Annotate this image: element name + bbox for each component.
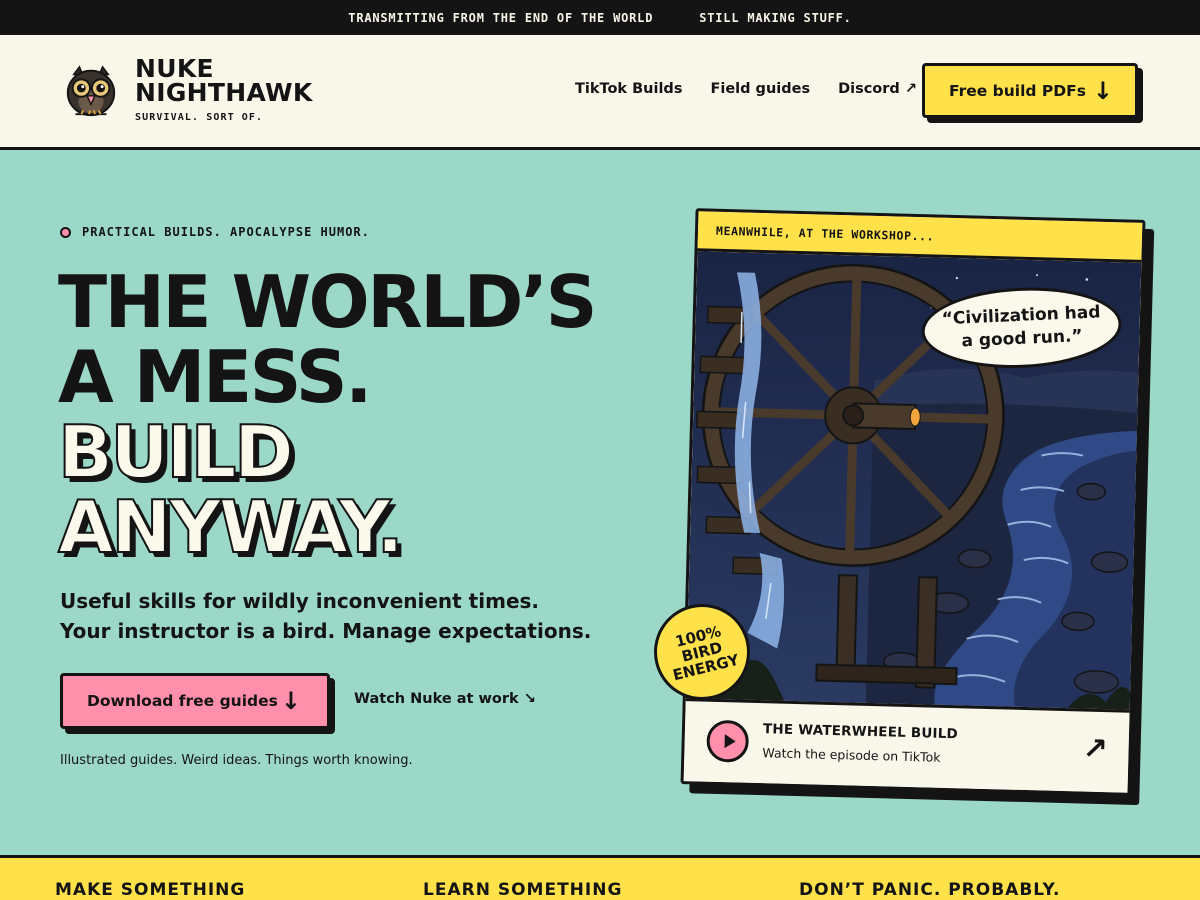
ticker-message-right: STILL MAKING STUFF. (699, 10, 852, 25)
download-free-guides-button[interactable]: Download free guides ↓ (60, 673, 330, 729)
strip-item-dont-panic: DON’T PANIC. PROBABLY. (799, 880, 1061, 900)
arrow-down-icon: ↓ (1092, 76, 1113, 105)
nav-tiktok-builds[interactable]: TikTok Builds (575, 81, 682, 97)
speech-bubble: “Civilization had a good run.” (919, 283, 1124, 373)
bullet-dot-icon (60, 226, 71, 238)
hero-eyebrow: PRACTICAL BUILDS. APOCALYPSE HUMOR. (60, 225, 370, 239)
hero-subtitle-line-1: Useful skills for wildly inconvenient ti… (60, 589, 540, 613)
main-nav: TikTok Builds Field guides Discord ↗ (575, 81, 917, 97)
strip-item-make: MAKE SOMETHING (55, 880, 246, 900)
card-body: MEANWHILE, AT THE WORKSHOP... “Civilizat… (680, 208, 1146, 796)
site-header: NUKE NIGHTHAWK SURVIVAL. SORT OF. TikTok… (0, 35, 1200, 150)
episode-link[interactable]: THE WATERWHEEL BUILD Watch the episode o… (683, 698, 1130, 793)
free-build-pdfs-label: Free build PDFs (949, 81, 1086, 100)
headline-line-4: ANYWAY. (57, 485, 405, 569)
strip-item-learn: LEARN SOMETHING (423, 880, 623, 900)
headline-line-3: BUILD (57, 410, 295, 494)
speech-bubble-line-2: a good run.” (961, 326, 1084, 352)
free-build-pdfs-button[interactable]: Free build PDFs ↓ (922, 63, 1138, 118)
nav-field-guides[interactable]: Field guides (710, 81, 810, 97)
hero-eyebrow-text: PRACTICAL BUILDS. APOCALYPSE HUMOR. (82, 225, 370, 239)
headline-line-2: A MESS. (58, 335, 372, 419)
episode-card: MEANWHILE, AT THE WORKSHOP... “Civilizat… (680, 208, 1155, 806)
download-free-guides-label: Download free guides (87, 692, 278, 710)
ticker-message-left: TRANSMITTING FROM THE END OF THE WORLD (348, 10, 654, 25)
owl-mascot-icon (66, 65, 116, 117)
episode-subtitle: Watch the episode on TikTok (762, 745, 941, 765)
brand-logo-link[interactable]: NUKE NIGHTHAWK SURVIVAL. SORT OF. (62, 56, 313, 123)
feature-strip: MAKE SOMETHING LEARN SOMETHING DON’T PAN… (0, 855, 1200, 900)
hero-fineprint: Illustrated guides. Weird ideas. Things … (60, 753, 413, 768)
arrow-up-right-icon[interactable]: ↗ (1082, 732, 1108, 768)
speech-bubble-text: “Civilization had a good run.” (941, 301, 1102, 354)
hero-headline: THE WORLD’S A MESS. BUILD ANYWAY. (57, 260, 598, 569)
play-button[interactable] (706, 719, 750, 763)
nav-discord[interactable]: Discord ↗ (838, 81, 917, 97)
headline-line-1: THE WORLD’S (58, 260, 598, 344)
watch-nuke-link[interactable]: Watch Nuke at work ↘ (354, 691, 536, 707)
announcement-bar: TRANSMITTING FROM THE END OF THE WORLD S… (0, 0, 1200, 35)
hero-subtitle-line-2: Your instructor is a bird. Manage expect… (60, 619, 592, 643)
speech-bubble-line-1: “Civilization had (941, 302, 1101, 330)
brand-name-line2: NIGHTHAWK (135, 78, 313, 107)
episode-title: THE WATERWHEEL BUILD (762, 721, 959, 743)
hero-subtitle: Useful skills for wildly inconvenient ti… (60, 586, 591, 646)
brand-tagline: SURVIVAL. SORT OF. (135, 112, 264, 123)
arrow-down-icon: ↓ (280, 687, 301, 715)
play-icon (723, 734, 736, 749)
